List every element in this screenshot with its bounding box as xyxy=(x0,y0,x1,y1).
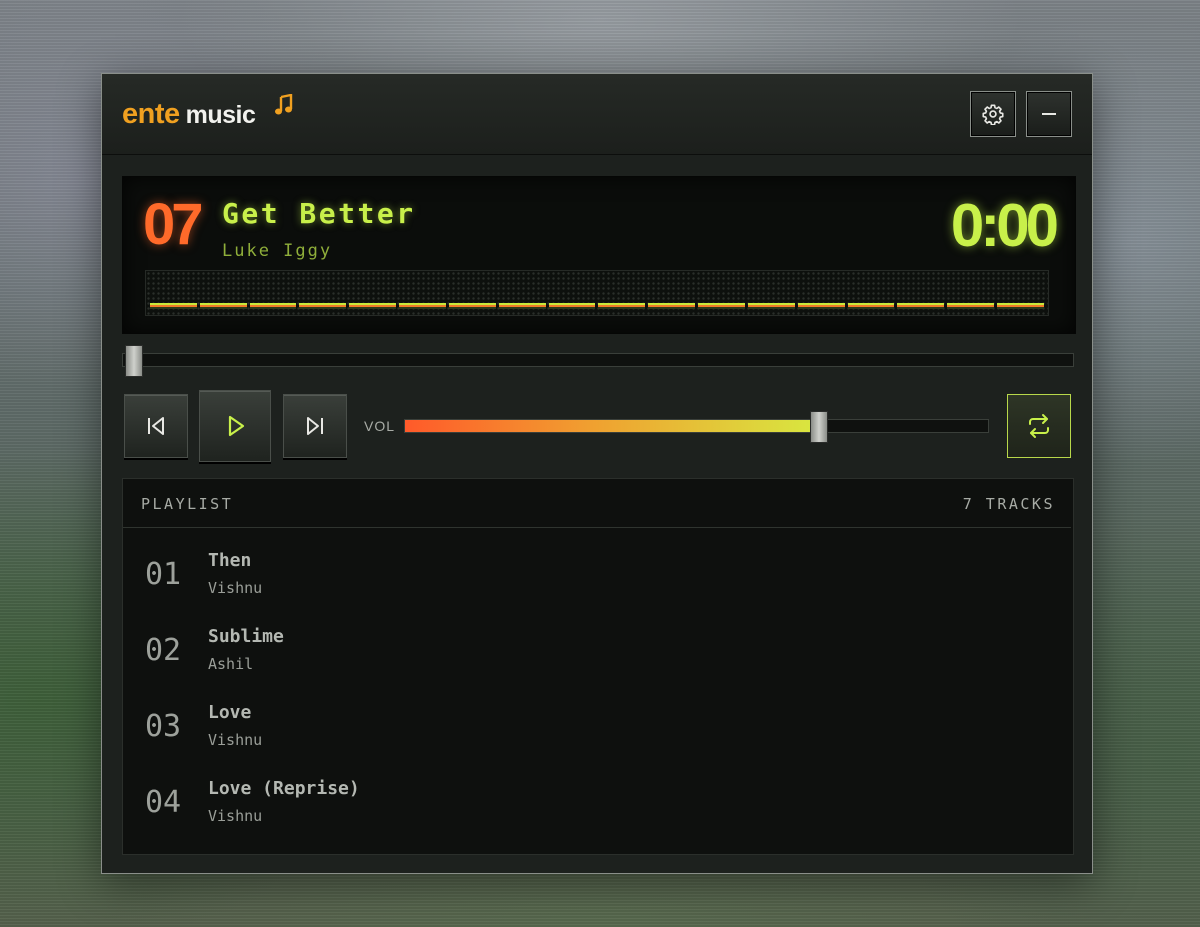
playlist-item[interactable]: 01 Then Vishnu xyxy=(123,537,1071,609)
volume-thumb[interactable] xyxy=(809,411,828,443)
visualizer-bar xyxy=(997,303,1044,309)
visualizer-bar xyxy=(548,303,596,309)
visualizer-bar xyxy=(698,303,745,309)
playlist-item-title: Love (Reprise) xyxy=(208,778,360,799)
player-window: ente music 07 Get Better Luke Iggy 0:00 xyxy=(101,73,1093,874)
visualizer-bar xyxy=(598,303,646,309)
logo-music-text: music xyxy=(185,101,256,129)
playlist-item-number: 02 xyxy=(145,633,182,668)
playlist-item[interactable]: 02 Sublime Ashil xyxy=(123,613,1071,685)
elapsed-time: 0:00 xyxy=(950,192,1059,259)
logo-ente-text: ente xyxy=(122,98,180,130)
volume-slider[interactable] xyxy=(404,411,989,443)
visualizer-bar xyxy=(947,303,995,309)
visualizer-bar xyxy=(299,303,347,309)
visualizer-bar xyxy=(498,303,546,309)
skip-previous-icon xyxy=(148,417,164,435)
repeat-button[interactable] xyxy=(1007,394,1071,458)
visualizer-bar xyxy=(399,303,446,309)
visualizer-bar xyxy=(448,303,496,309)
title-bar: ente music xyxy=(102,74,1092,155)
visualizer-bar xyxy=(150,303,197,309)
playlist-item-title: Love xyxy=(208,702,252,723)
volume-label: VOL xyxy=(364,418,396,434)
seek-thumb[interactable] xyxy=(125,345,143,377)
visualizer-bar xyxy=(897,303,945,309)
visualizer-bar xyxy=(249,303,297,309)
playlist-panel: PLAYLIST 7 TRACKS 01 Then Vishnu 02 Subl… xyxy=(122,478,1074,855)
playlist-item[interactable]: 04 Love (Reprise) Vishnu xyxy=(123,765,1071,837)
visualizer-bar xyxy=(648,303,696,309)
music-note-icon xyxy=(275,94,293,115)
playlist-item[interactable]: 03 Love Vishnu xyxy=(123,689,1071,761)
previous-button[interactable] xyxy=(124,394,188,458)
playlist-item-number: 03 xyxy=(145,709,182,744)
playlist-item-artist: Vishnu xyxy=(208,731,263,749)
visualizer-bar xyxy=(747,303,795,309)
playlist-item-title: Then xyxy=(208,550,252,571)
skip-next-icon xyxy=(307,417,323,435)
play-icon xyxy=(228,415,245,437)
gear-icon xyxy=(982,104,1004,125)
current-track-artist: Luke Iggy xyxy=(222,241,333,261)
playlist-header: PLAYLIST 7 TRACKS xyxy=(123,479,1071,528)
minimize-button[interactable] xyxy=(1026,91,1072,137)
play-button[interactable] xyxy=(199,390,271,462)
next-button[interactable] xyxy=(283,394,347,458)
minus-icon xyxy=(1042,113,1056,115)
visualizer-bar xyxy=(797,303,845,309)
volume-fill xyxy=(405,420,819,432)
playlist-track-count: 7 TRACKS xyxy=(962,495,1055,513)
playlist-title: PLAYLIST xyxy=(141,495,234,513)
seek-bar[interactable] xyxy=(122,345,1074,377)
playlist-item-number: 04 xyxy=(145,785,182,820)
current-track-title: Get Better xyxy=(222,197,416,230)
app-logo: ente music xyxy=(122,94,293,134)
now-playing-display: 07 Get Better Luke Iggy 0:00 xyxy=(122,176,1076,334)
playlist-item-title: Sublime xyxy=(208,626,284,647)
repeat-icon xyxy=(1029,414,1049,438)
visualizer xyxy=(145,270,1049,316)
visualizer-bar xyxy=(199,303,247,309)
playlist-item-artist: Vishnu xyxy=(208,807,263,825)
playlist-item-number: 01 xyxy=(145,557,182,592)
playlist-item-artist: Vishnu xyxy=(208,579,263,597)
playlist-item-artist: Ashil xyxy=(208,655,254,673)
settings-button[interactable] xyxy=(970,91,1016,137)
current-track-number: 07 xyxy=(143,192,203,257)
visualizer-bar xyxy=(847,303,895,309)
visualizer-bar xyxy=(349,303,397,309)
